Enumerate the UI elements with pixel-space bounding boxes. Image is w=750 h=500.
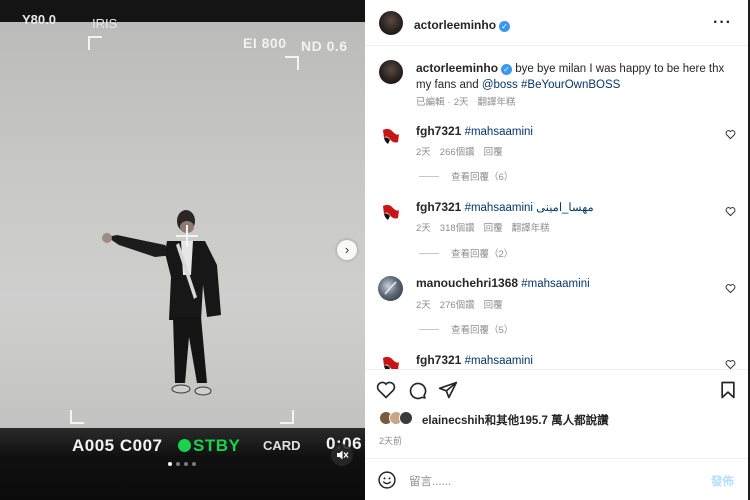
frame-corner xyxy=(280,410,294,424)
author-username[interactable]: actorleeminho xyxy=(414,18,496,32)
comments-list[interactable]: actorleeminho ✓ bye bye milan I was happy… xyxy=(365,47,748,369)
comment-username[interactable]: fgh7321 xyxy=(416,353,461,367)
commenter-avatar[interactable] xyxy=(379,352,403,369)
commenter-avatar[interactable] xyxy=(379,124,403,148)
comment-text: fgh7321 #mahsaamini xyxy=(416,352,533,369)
carousel-indicator xyxy=(168,462,196,466)
comment-text: manouchehri1368 #mahsaamini xyxy=(416,275,590,292)
post-header: actorleeminho ✓ ··· xyxy=(365,0,748,46)
next-slide-button[interactable]: › xyxy=(337,240,357,260)
edited-label: 已編輯 xyxy=(416,97,445,108)
record-status-icon xyxy=(178,439,191,452)
comment-age: 2天 xyxy=(416,223,431,234)
comment-text: fgh7321 #mahsaamini xyxy=(416,123,533,140)
commenter-avatar[interactable] xyxy=(378,276,403,301)
carousel-dot xyxy=(176,462,180,466)
comment-composer: 留言...... 發佈 xyxy=(365,458,748,500)
carousel-dot xyxy=(184,462,188,466)
caption-username[interactable]: actorleeminho xyxy=(416,61,498,75)
comment-username[interactable]: fgh7321 xyxy=(416,200,461,214)
mute-button[interactable] xyxy=(331,444,353,466)
verified-badge-icon: ✓ xyxy=(499,21,511,32)
comment-like-heart-icon[interactable] xyxy=(725,129,736,140)
caption-age: 2天 xyxy=(453,97,469,108)
person-figure xyxy=(102,210,221,396)
likes-count[interactable]: 和其他195.7 萬人都說讚 xyxy=(485,415,609,427)
comment-like-heart-icon[interactable] xyxy=(725,283,736,294)
comment-meta: 2天 276個讚 回覆 xyxy=(416,297,512,311)
hud-card: CARD xyxy=(263,438,301,453)
comment-hashtag[interactable]: #mahsaamini xyxy=(521,278,589,290)
comment-age: 2天 xyxy=(416,147,431,158)
comment-likes[interactable]: 318個讚 xyxy=(440,223,475,234)
meta-separator: · xyxy=(447,97,451,108)
hud-focal: Y80.0 xyxy=(22,12,56,27)
share-paper-plane-icon[interactable] xyxy=(438,380,458,400)
view-replies-button[interactable]: 查看回覆（6） xyxy=(419,169,513,183)
frame-corner xyxy=(70,410,84,424)
frame-corner xyxy=(88,36,102,50)
reply-button[interactable]: 回覆 xyxy=(484,300,503,311)
caption-hashtag[interactable]: #BeYourOwnBOSS xyxy=(521,79,620,91)
feather-avatar-icon xyxy=(384,281,397,295)
caption-meta: 已編輯 · 2天 翻譯年糕 xyxy=(416,94,525,108)
comment-username[interactable]: manouchehri1368 xyxy=(416,276,518,290)
flag-avatar-icon xyxy=(383,356,399,369)
flag-avatar-icon xyxy=(383,128,399,144)
frame-corner xyxy=(285,56,299,70)
comment-likes[interactable]: 266個讚 xyxy=(440,147,475,158)
author-avatar[interactable] xyxy=(379,11,403,35)
post-actions-bar xyxy=(365,369,748,409)
comment-hashtag[interactable]: #mahsaamini xyxy=(465,126,533,138)
verified-badge-icon: ✓ xyxy=(501,64,513,75)
liker-username[interactable]: elainecshih xyxy=(422,415,485,427)
comment-text: fgh7321 #mahsaamini مهسا_امینی xyxy=(416,199,594,216)
like-heart-icon[interactable] xyxy=(376,380,396,400)
post-details-panel: actorleeminho ✓ ··· actorleeminho ✓ bye by… xyxy=(365,0,748,500)
comment-username[interactable]: fgh7321 xyxy=(416,124,461,138)
comment-hashtag[interactable]: #mahsaamini xyxy=(465,355,533,367)
translate-link[interactable]: 翻譯年糕 xyxy=(477,97,515,108)
comment-bubble-icon[interactable] xyxy=(407,380,427,400)
view-replies-button[interactable]: 查看回覆（5） xyxy=(419,322,513,336)
view-replies-button[interactable]: 查看回覆（2） xyxy=(419,246,513,260)
comment-likes[interactable]: 276個讚 xyxy=(440,300,475,311)
comment-meta: 2天 318個讚 回覆 翻譯年糕 xyxy=(416,220,559,234)
hud-ei: EI 800 xyxy=(243,35,287,51)
comment-age: 2天 xyxy=(416,300,431,311)
liker-avatar xyxy=(399,411,413,425)
comment-hashtag[interactable]: #mahsaamini مهسا_امینی xyxy=(465,202,594,214)
carousel-dot xyxy=(192,462,196,466)
commenter-avatar[interactable] xyxy=(379,200,403,224)
hud-iris: IRIS xyxy=(92,16,118,31)
author-row: actorleeminho ✓ xyxy=(414,16,511,34)
flag-avatar-icon xyxy=(383,204,399,220)
post-media[interactable]: Y80.0 IRIS EI 800 ND 0.6 › A005 C007 STB… xyxy=(0,0,365,500)
post-timestamp[interactable]: 2天前 xyxy=(379,434,402,447)
caption-text: actorleeminho ✓ bye bye milan I was happy… xyxy=(416,60,734,93)
reply-button[interactable]: 回覆 xyxy=(484,147,503,158)
speaker-muted-icon xyxy=(337,450,349,460)
hud-standby: STBY xyxy=(178,436,240,456)
translate-link[interactable]: 翻譯年糕 xyxy=(512,223,550,234)
comment-meta: 2天 266個讚 回覆 xyxy=(416,144,512,158)
more-options-icon[interactable]: ··· xyxy=(713,14,732,32)
save-bookmark-icon[interactable] xyxy=(718,380,738,400)
carousel-dot xyxy=(168,462,172,466)
reply-button[interactable]: 回覆 xyxy=(484,223,503,234)
hud-clip: A005 C007 xyxy=(72,436,163,455)
emoji-icon[interactable] xyxy=(377,470,397,490)
hud-nd: ND 0.6 xyxy=(301,38,348,54)
caption-mention[interactable]: @boss xyxy=(482,79,518,91)
comment-like-heart-icon[interactable] xyxy=(725,359,736,369)
comment-like-heart-icon[interactable] xyxy=(725,206,736,217)
comment-input[interactable]: 留言...... xyxy=(409,473,451,489)
post-comment-button[interactable]: 發佈 xyxy=(711,473,734,489)
caption-avatar[interactable] xyxy=(379,60,403,84)
